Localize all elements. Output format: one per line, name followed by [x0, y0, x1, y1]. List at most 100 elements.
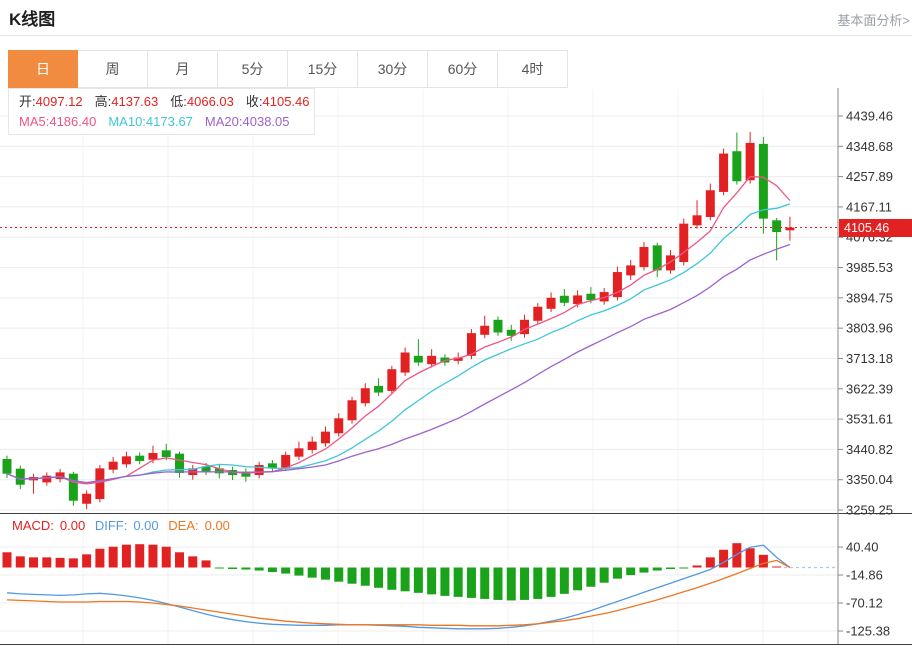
y-axis-label: -125.38: [846, 624, 890, 639]
y-axis-label: 4257.89: [846, 169, 893, 184]
ma5-value: 4186.40: [49, 114, 96, 129]
candle: [162, 450, 171, 457]
candle: [281, 455, 290, 468]
macd-bar: [42, 557, 51, 567]
macd-value: 0.00: [60, 518, 85, 533]
kline-page: K线图 基本面分析> 日周月5分15分30分60分4时 4439.464348.…: [0, 0, 912, 650]
macd-bar: [480, 568, 489, 599]
macd-bar: [374, 568, 383, 588]
y-axis-label: 3350.04: [846, 472, 893, 487]
macd-info-row: MACD:0.00 DIFF:0.00 DEA:0.00: [12, 518, 236, 533]
macd-bar: [321, 568, 330, 580]
candle: [639, 247, 648, 267]
macd-bar: [175, 552, 184, 567]
y-axis-label: 3622.39: [846, 381, 893, 396]
candle: [493, 320, 502, 333]
macd-bar: [454, 568, 463, 597]
candle: [42, 476, 51, 483]
macd-bar: [759, 555, 768, 568]
open-value: 4097.12: [36, 94, 83, 109]
macd-bar: [308, 568, 317, 578]
ohlc-info-panel: 开:4097.12高:4137.63低:4066.03收:4105.46 MA5…: [8, 88, 315, 135]
y-axis-label: -14.86: [846, 568, 883, 583]
candle: [414, 356, 423, 363]
macd-bar: [215, 568, 224, 569]
macd-bar: [95, 549, 104, 568]
candle: [759, 144, 768, 219]
macd-bar: [56, 558, 65, 568]
y-axis-label: 3894.75: [846, 290, 893, 305]
tab-4hour[interactable]: 4时: [498, 50, 568, 88]
macd-bar: [507, 568, 516, 601]
candle: [387, 369, 396, 391]
macd-label: MACD:: [12, 518, 54, 533]
ma-row: MA5:4186.40MA10:4173.67MA20:4038.05: [19, 112, 314, 132]
candle: [321, 432, 330, 444]
ma20-line: [7, 245, 790, 483]
macd-bar: [440, 568, 449, 596]
candle: [772, 220, 781, 232]
diff-value: 0.00: [133, 518, 158, 533]
macd-bar: [3, 552, 12, 567]
candle: [653, 245, 662, 270]
macd-bar: [639, 568, 648, 573]
close-value: 4105.46: [263, 94, 310, 109]
ma20-label: MA20:: [205, 114, 243, 129]
candle: [122, 456, 131, 464]
macd-bar: [162, 547, 171, 568]
y-axis-label: 3531.61: [846, 412, 893, 427]
open-label: 开:: [19, 94, 36, 109]
macd-bar: [467, 568, 476, 598]
candle: [109, 462, 118, 470]
macd-bar: [772, 566, 781, 567]
y-axis-label: 3985.53: [846, 260, 893, 275]
candle: [547, 298, 556, 309]
macd-bar: [427, 568, 436, 595]
ma10-label: MA10:: [108, 114, 146, 129]
macd-bar: [493, 568, 502, 600]
candle: [374, 386, 383, 393]
candle: [480, 326, 489, 335]
y-axis-label: 3803.96: [846, 321, 893, 336]
page-title: K线图: [9, 5, 55, 30]
high-label: 高:: [95, 94, 112, 109]
candle: [746, 143, 755, 180]
macd-bar: [202, 560, 211, 567]
y-axis-label: 3713.18: [846, 351, 893, 366]
macd-bar: [148, 545, 157, 568]
tab-5min[interactable]: 5分: [218, 50, 288, 88]
close-label: 收:: [246, 94, 263, 109]
fundamental-analysis-link[interactable]: 基本面分析>: [837, 10, 910, 29]
tab-15min[interactable]: 15分: [288, 50, 358, 88]
candle: [693, 215, 702, 225]
macd-bar: [268, 568, 277, 573]
macd-bar: [586, 568, 595, 587]
candle: [361, 388, 370, 403]
candle: [334, 418, 343, 433]
tab-week[interactable]: 周: [78, 50, 148, 88]
tab-60min[interactable]: 60分: [428, 50, 498, 88]
candle: [427, 356, 436, 364]
macd-bar: [109, 547, 118, 568]
y-axis-label: 4439.46: [846, 109, 893, 124]
macd-bar: [82, 554, 91, 567]
candle: [560, 296, 569, 303]
y-axis-label: 40.40: [846, 540, 879, 555]
tab-30min[interactable]: 30分: [358, 50, 428, 88]
macd-bar: [520, 568, 529, 600]
macd-bar: [241, 568, 250, 570]
ma10-value: 4173.67: [146, 114, 193, 129]
low-value: 4066.03: [187, 94, 234, 109]
macd-bar: [69, 558, 78, 567]
tab-day[interactable]: 日: [8, 50, 78, 88]
candle: [3, 459, 12, 474]
macd-bar: [122, 545, 131, 568]
candle: [401, 353, 410, 373]
candle: [520, 320, 529, 334]
kline-chart-canvas[interactable]: 4439.464348.684257.894167.114076.323985.…: [0, 88, 912, 650]
candle: [732, 151, 741, 181]
candle: [255, 465, 264, 475]
tab-month[interactable]: 月: [148, 50, 218, 88]
macd-bar: [348, 568, 357, 584]
candle: [666, 255, 675, 270]
